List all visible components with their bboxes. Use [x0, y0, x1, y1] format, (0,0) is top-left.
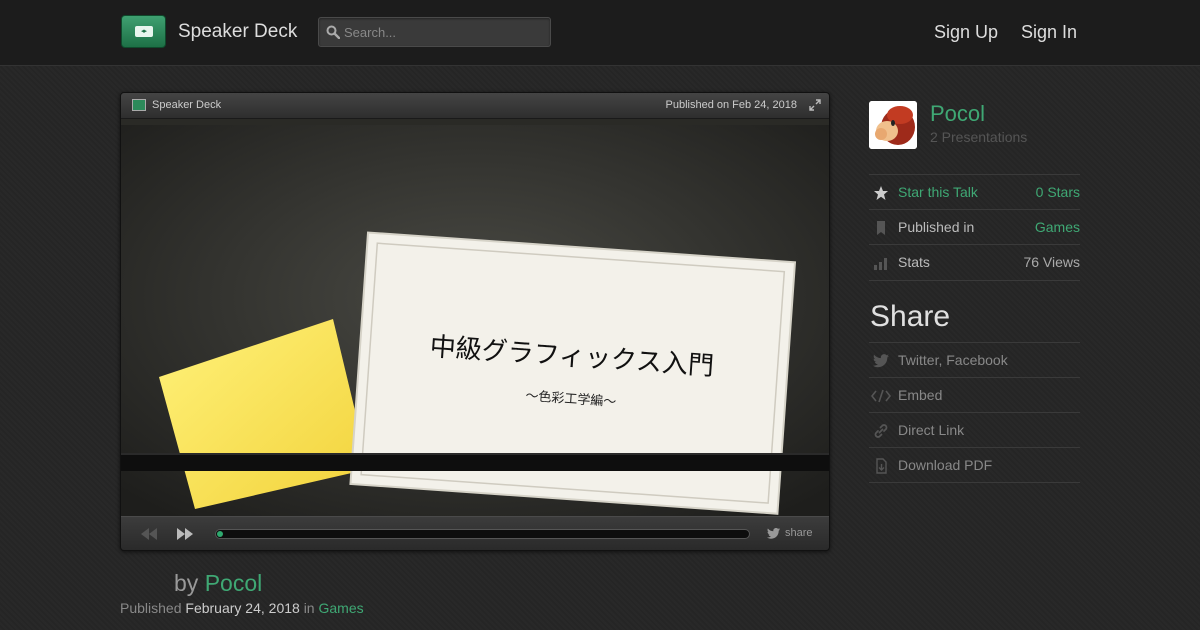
talk-author-link[interactable]: Pocol: [205, 570, 263, 596]
fullscreen-icon[interactable]: [809, 99, 821, 111]
next-slide-icon[interactable]: [177, 528, 193, 540]
published-in-label: Published in: [898, 219, 975, 235]
share-download-pdf[interactable]: Download PDF: [869, 447, 1080, 482]
player-toolbar: Speaker Deck Published on Feb 24, 2018: [121, 93, 829, 119]
slide-image[interactable]: 中級グラフィックス入門 〜色彩工学編〜: [121, 119, 829, 516]
avatar-image: [869, 101, 917, 149]
share-twitter-facebook[interactable]: Twitter, Facebook: [869, 342, 1080, 377]
slide-progress-bar[interactable]: [215, 529, 750, 539]
search-input[interactable]: [344, 18, 544, 46]
sign-up-link[interactable]: Sign Up: [934, 22, 998, 43]
player-share-button[interactable]: share: [785, 527, 813, 539]
progress-fill: [217, 531, 223, 537]
download-icon: [876, 458, 887, 474]
published-in-category-link[interactable]: Games: [1035, 219, 1080, 235]
divider: [869, 280, 1080, 281]
star-icon: [874, 186, 888, 200]
speakerdeck-logo[interactable]: ◂▸: [121, 15, 166, 48]
link-icon: [874, 424, 888, 438]
category-link[interactable]: Games: [318, 600, 363, 616]
share-embed-label[interactable]: Embed: [898, 387, 942, 403]
player-controls: share: [121, 516, 829, 550]
search-icon: [326, 25, 340, 39]
star-count[interactable]: 0 Stars: [1036, 184, 1080, 200]
player-brand[interactable]: Speaker Deck: [152, 99, 221, 111]
twitter-bird-icon: [873, 354, 889, 368]
in-label: in: [303, 600, 315, 616]
share-embed[interactable]: Embed: [869, 377, 1080, 412]
talk-byline: by Pocol: [174, 570, 262, 597]
search-box[interactable]: [318, 17, 551, 47]
published-date: February 24, 2018: [185, 600, 300, 616]
published-in-row: Published in Games: [869, 209, 1080, 244]
share-download-pdf-label[interactable]: Download PDF: [898, 457, 992, 473]
player-published-date: Published on Feb 24, 2018: [665, 99, 798, 111]
player-logo-icon: [132, 99, 146, 111]
code-icon: [871, 389, 891, 403]
stats-row: Stats 76 Views: [869, 244, 1080, 279]
sign-in-link[interactable]: Sign In: [1021, 22, 1077, 43]
talk-published-line: Published February 24, 2018 in Games: [120, 600, 364, 616]
stats-label: Stats: [898, 254, 930, 270]
share-direct-link[interactable]: Direct Link: [869, 412, 1080, 447]
share-twitter-facebook-label[interactable]: Twitter, Facebook: [898, 352, 1008, 368]
star-talk-row[interactable]: Star this Talk 0 Stars: [869, 174, 1080, 209]
published-prefix: Published: [120, 600, 182, 616]
slide-player: Speaker Deck Published on Feb 24, 2018 中…: [120, 92, 830, 551]
share-direct-link-label[interactable]: Direct Link: [898, 422, 964, 438]
twitter-bird-icon: [767, 528, 780, 539]
site-header: ◂▸ Speaker Deck Sign Up Sign In: [0, 0, 1200, 66]
previous-slide-icon[interactable]: [141, 528, 157, 540]
brand-name[interactable]: Speaker Deck: [178, 21, 297, 43]
star-this-talk-link[interactable]: Star this Talk: [898, 184, 978, 200]
sidebar-author-name[interactable]: Pocol: [930, 101, 985, 127]
play-arrows-icon: ◂▸: [134, 26, 153, 37]
divider: [869, 482, 1080, 483]
presentation-count[interactable]: 2 Presentations: [930, 129, 1027, 145]
bar-chart-icon: [874, 258, 887, 270]
slide-artwork: 中級グラフィックス入門 〜色彩工学編〜: [121, 119, 829, 516]
views-count: 76 Views: [1023, 254, 1080, 270]
by-label: by: [174, 570, 199, 596]
bookmark-icon: [877, 221, 885, 235]
share-heading: Share: [870, 300, 951, 333]
avatar[interactable]: [869, 101, 917, 149]
